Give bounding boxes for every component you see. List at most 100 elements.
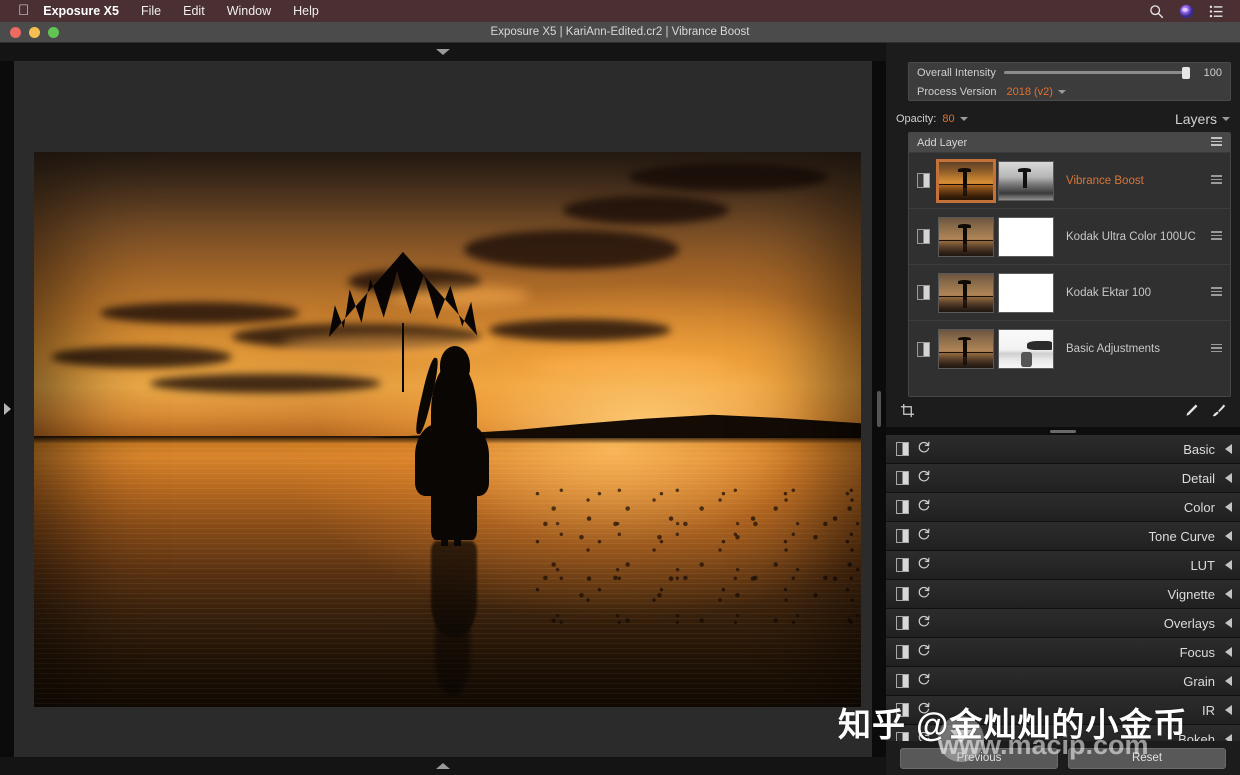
canvas-area bbox=[0, 43, 886, 775]
reset-icon[interactable] bbox=[917, 469, 931, 488]
chevron-left-icon[interactable] bbox=[1225, 473, 1232, 483]
adjustment-section-focus[interactable]: Focus bbox=[886, 638, 1240, 667]
menu-item-edit[interactable]: Edit bbox=[183, 4, 205, 18]
adjustment-section-overlays[interactable]: Overlays bbox=[886, 609, 1240, 638]
siri-icon[interactable] bbox=[1179, 4, 1194, 19]
layer-name[interactable]: Kodak Ektar 100 bbox=[1066, 287, 1211, 299]
reset-icon[interactable] bbox=[917, 498, 931, 517]
chevron-left-icon[interactable] bbox=[1225, 734, 1232, 741]
section-enable-toggle[interactable] bbox=[896, 529, 909, 543]
section-enable-toggle[interactable] bbox=[896, 674, 909, 688]
layer-options-icon[interactable] bbox=[1211, 287, 1222, 298]
overall-intensity-value[interactable]: 100 bbox=[1194, 67, 1222, 79]
layer-mask-thumbnail[interactable] bbox=[998, 216, 1054, 257]
layer-options-icon[interactable] bbox=[1211, 231, 1222, 242]
chevron-left-icon[interactable] bbox=[1225, 676, 1232, 686]
layer-row[interactable]: Kodak Ektar 100 bbox=[909, 265, 1230, 321]
chevron-left-icon[interactable] bbox=[1225, 589, 1232, 599]
layer-image-thumbnail[interactable] bbox=[938, 272, 994, 313]
expand-left-panel-arrow-icon[interactable] bbox=[3, 403, 11, 415]
canvas-bottom-collapse-bar[interactable] bbox=[0, 757, 886, 775]
umbrella-silhouette bbox=[328, 251, 478, 393]
chevron-down-icon[interactable] bbox=[1222, 117, 1230, 121]
layer-visibility-toggle[interactable] bbox=[917, 341, 930, 357]
chevron-left-icon[interactable] bbox=[1225, 647, 1232, 657]
adjustment-section-basic[interactable]: Basic bbox=[886, 435, 1240, 464]
chevron-left-icon[interactable] bbox=[1225, 705, 1232, 715]
collapse-top-arrow-icon[interactable] bbox=[436, 49, 450, 55]
reset-icon[interactable] bbox=[917, 556, 931, 575]
reset-icon[interactable] bbox=[917, 672, 931, 691]
chevron-left-icon[interactable] bbox=[1225, 618, 1232, 628]
section-enable-toggle[interactable] bbox=[896, 558, 909, 572]
reset-icon[interactable] bbox=[917, 614, 931, 633]
section-enable-toggle[interactable] bbox=[896, 587, 909, 601]
menu-item-file[interactable]: File bbox=[141, 4, 161, 18]
add-layer-menu-icon[interactable] bbox=[1211, 137, 1222, 148]
layer-image-thumbnail[interactable] bbox=[938, 216, 994, 257]
adjustment-section-tone-curve[interactable]: Tone Curve bbox=[886, 522, 1240, 551]
opacity-value[interactable]: 80 bbox=[942, 113, 954, 125]
chevron-left-icon[interactable] bbox=[1225, 531, 1232, 541]
adjustment-section-vignette[interactable]: Vignette bbox=[886, 580, 1240, 609]
pencil-icon[interactable] bbox=[1184, 403, 1199, 423]
layer-image-thumbnail[interactable] bbox=[936, 158, 996, 203]
chevron-left-icon[interactable] bbox=[1225, 444, 1232, 454]
layer-image-thumbnail[interactable] bbox=[938, 329, 994, 369]
reset-icon[interactable] bbox=[917, 585, 931, 604]
right-panel-resize-edge[interactable] bbox=[872, 61, 886, 757]
reset-icon[interactable] bbox=[917, 527, 931, 546]
overall-intensity-slider-knob[interactable] bbox=[1182, 67, 1190, 79]
chevron-left-icon[interactable] bbox=[1225, 560, 1232, 570]
preview-stage[interactable] bbox=[14, 61, 872, 757]
layer-name[interactable]: Basic Adjustments bbox=[1066, 343, 1211, 355]
preview-photo[interactable] bbox=[34, 152, 861, 707]
adjustment-section-color[interactable]: Color bbox=[886, 493, 1240, 522]
adjustment-section-grain[interactable]: Grain bbox=[886, 667, 1240, 696]
section-enable-toggle[interactable] bbox=[896, 442, 909, 456]
cloud bbox=[100, 301, 299, 325]
add-layer-button[interactable]: Add Layer bbox=[909, 133, 1230, 153]
layer-mask-thumbnail[interactable] bbox=[998, 329, 1054, 369]
menu-item-help[interactable]: Help bbox=[293, 4, 319, 18]
chevron-left-icon[interactable] bbox=[1225, 502, 1232, 512]
layer-row[interactable]: Vibrance Boost bbox=[909, 153, 1230, 209]
brush-icon[interactable] bbox=[1211, 403, 1226, 423]
divider-grip-icon[interactable] bbox=[1050, 430, 1076, 433]
section-enable-toggle[interactable] bbox=[896, 616, 909, 630]
section-enable-toggle[interactable] bbox=[896, 471, 909, 485]
layer-visibility-toggle[interactable] bbox=[917, 173, 930, 188]
collapse-bottom-arrow-icon[interactable] bbox=[436, 763, 450, 769]
layer-name[interactable]: Vibrance Boost bbox=[1066, 175, 1211, 187]
control-center-icon[interactable] bbox=[1209, 5, 1224, 18]
section-enable-toggle[interactable] bbox=[896, 500, 909, 514]
apple-icon[interactable]:  bbox=[18, 3, 29, 18]
reset-icon[interactable] bbox=[917, 643, 931, 662]
adjustment-section-detail[interactable]: Detail bbox=[886, 464, 1240, 493]
layer-visibility-toggle[interactable] bbox=[917, 285, 930, 300]
layer-name[interactable]: Kodak Ultra Color 100UC bbox=[1066, 231, 1211, 243]
section-enable-toggle[interactable] bbox=[896, 645, 909, 659]
opacity-label: Opacity: bbox=[896, 113, 937, 125]
layer-row[interactable]: Kodak Ultra Color 100UC bbox=[909, 209, 1230, 265]
crop-icon[interactable] bbox=[900, 403, 915, 423]
window-title: Exposure X5 | KariAnn-Edited.cr2 | Vibra… bbox=[490, 25, 750, 38]
reset-icon[interactable] bbox=[917, 440, 931, 459]
search-icon[interactable] bbox=[1149, 4, 1164, 19]
layer-mask-thumbnail[interactable] bbox=[998, 160, 1054, 201]
left-panel-edge[interactable] bbox=[0, 61, 14, 757]
chevron-down-icon[interactable] bbox=[1057, 89, 1066, 94]
panel-resize-handle-icon[interactable] bbox=[877, 391, 881, 427]
overall-intensity-slider[interactable] bbox=[1003, 67, 1190, 79]
chevron-down-icon[interactable] bbox=[959, 117, 968, 121]
process-version-value[interactable]: 2018 (v2) bbox=[1006, 86, 1052, 98]
canvas-top-collapse-bar[interactable] bbox=[0, 43, 886, 61]
layer-visibility-toggle[interactable] bbox=[917, 229, 930, 244]
layer-mask-thumbnail[interactable] bbox=[998, 272, 1054, 313]
layer-row[interactable]: Basic Adjustments bbox=[909, 321, 1230, 377]
menu-item-window[interactable]: Window bbox=[227, 4, 271, 18]
layer-options-icon[interactable] bbox=[1211, 175, 1222, 186]
menu-app-name[interactable]: Exposure X5 bbox=[43, 4, 119, 18]
layer-options-icon[interactable] bbox=[1211, 343, 1222, 355]
adjustment-section-lut[interactable]: LUT bbox=[886, 551, 1240, 580]
